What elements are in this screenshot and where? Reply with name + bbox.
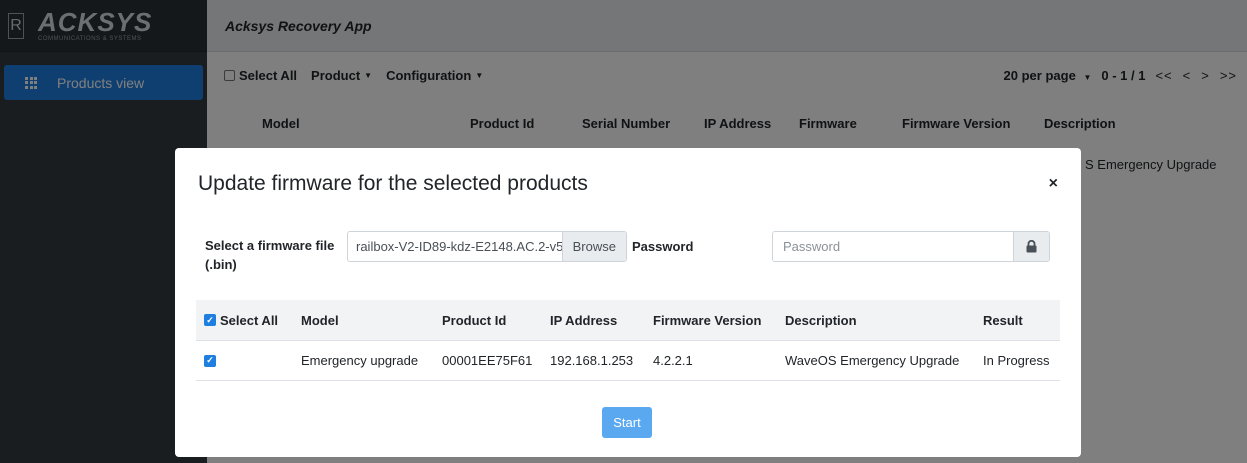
header-model: Model (301, 312, 339, 328)
firmware-file-label: Select a firmware file (.bin) (205, 238, 335, 272)
table-row: ✓ Emergency upgrade 00001EE75F61 192.168… (196, 341, 1060, 381)
table-header: ✓ Select All Model Product Id IP Address… (196, 300, 1060, 341)
check-icon[interactable]: ✓ (204, 354, 216, 367)
password-group (772, 231, 1050, 262)
browse-button[interactable]: Browse (561, 232, 626, 261)
header-select-all[interactable]: ✓ Select All (204, 300, 278, 340)
close-icon[interactable]: × (1049, 175, 1058, 193)
row-ip-address: 192.168.1.253 (550, 353, 634, 368)
header-ip-address: IP Address (550, 312, 618, 328)
selected-products-table: ✓ Select All Model Product Id IP Address… (196, 300, 1060, 381)
row-checkbox[interactable]: ✓ (204, 341, 220, 380)
row-model: Emergency upgrade (301, 353, 419, 368)
row-result: In Progress (983, 353, 1050, 368)
header-result: Result (983, 312, 1023, 328)
row-description: WaveOS Emergency Upgrade (785, 353, 960, 368)
header-firmware-version: Firmware Version (653, 312, 762, 328)
firmware-file-input[interactable]: railbox-V2-ID89-kdz-E2148.AC.2-v5 Browse (347, 231, 627, 262)
header-select-all-label: Select All (220, 312, 279, 328)
check-icon[interactable]: ✓ (204, 314, 216, 326)
password-label: Password (632, 239, 694, 254)
update-firmware-modal: Update firmware for the selected product… (175, 148, 1081, 457)
header-product-id: Product Id (442, 312, 507, 328)
firmware-file-name: railbox-V2-ID89-kdz-E2148.AC.2-v5 (356, 239, 562, 254)
password-input[interactable] (773, 232, 1013, 261)
lock-icon (1013, 232, 1049, 261)
modal-title: Update firmware for the selected product… (198, 172, 588, 195)
row-product-id: 00001EE75F61 (442, 353, 533, 368)
header-description: Description (785, 312, 857, 328)
row-firmware-version: 4.2.2.1 (653, 353, 693, 368)
start-button[interactable]: Start (602, 407, 652, 438)
